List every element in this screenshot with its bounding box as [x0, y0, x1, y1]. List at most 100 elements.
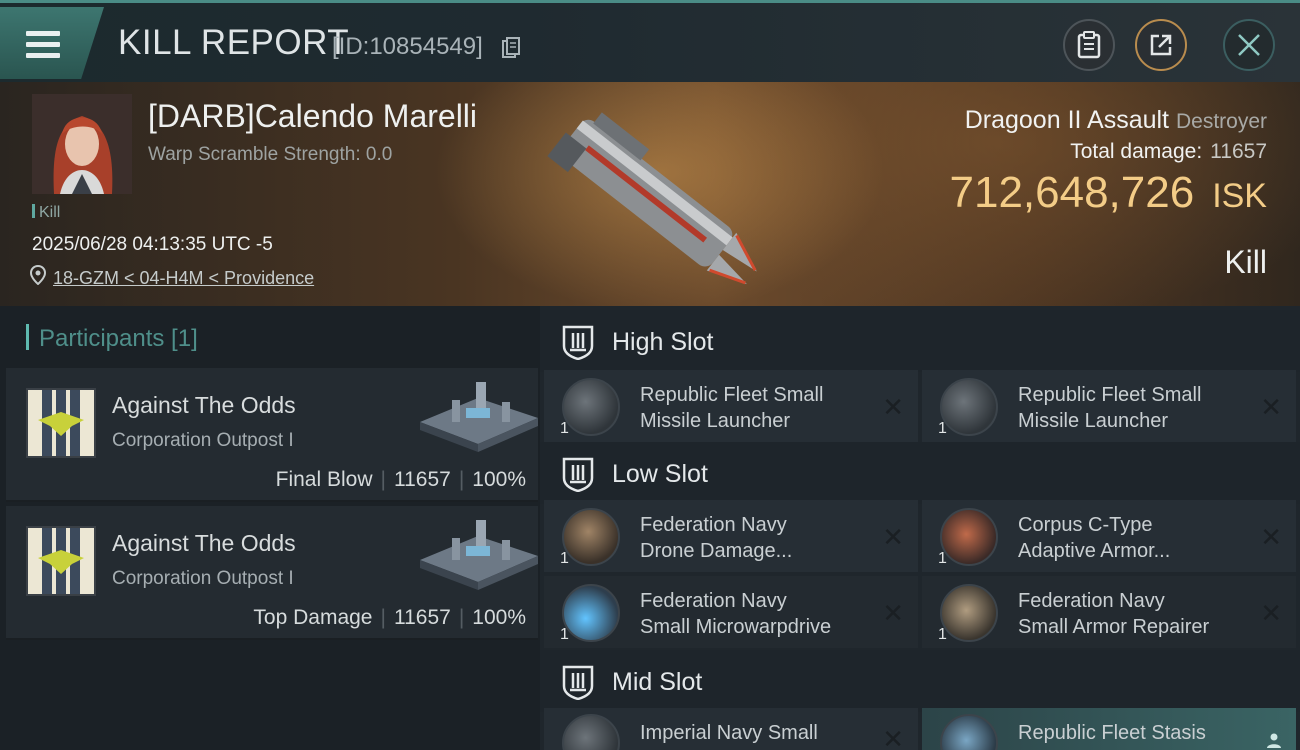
close-icon: [1238, 34, 1260, 56]
participant-role: Top Damage: [253, 606, 373, 629]
x-icon: ✕: [882, 598, 904, 628]
kill-banner: [DARB]Calendo Marelli Warp Scramble Stre…: [0, 82, 1300, 306]
participant-percent: 100%: [472, 468, 526, 491]
fitting-item[interactable]: Imperial Navy Small ✕: [544, 708, 918, 750]
item-quantity: 1: [938, 550, 947, 567]
copy-icon[interactable]: [502, 37, 520, 59]
participant-type: Corporation Outpost I: [112, 568, 294, 589]
corp-logo: [26, 526, 96, 596]
participant-name: Against The Odds: [112, 392, 296, 418]
share-button[interactable]: [1135, 19, 1187, 71]
slot-label: High Slot: [612, 328, 714, 356]
divider: |: [458, 468, 465, 491]
item-name: Federation Navy Small Microwarpdrive: [640, 590, 832, 638]
location-pin-icon: [30, 265, 46, 285]
result-label: Kill: [1224, 244, 1267, 280]
slot-label: Mid Slot: [612, 668, 703, 696]
close-button[interactable]: [1223, 19, 1275, 71]
mid-slot-module-icon: [562, 714, 620, 750]
participant-stats: Final Blow | 11657 | 100%: [276, 468, 526, 492]
ship-name: Dragoon II Assault Destroyer: [965, 106, 1267, 135]
item-name: Corpus C-Type Adaptive Armor...: [1018, 514, 1171, 562]
item-quantity: 1: [560, 550, 569, 567]
participant-name: Against The Odds: [112, 530, 296, 556]
item-name: Republic Fleet Small Missile Launcher: [640, 384, 824, 432]
missile-launcher-icon: [940, 378, 998, 436]
participant-type: Corporation Outpost I: [112, 430, 294, 451]
outpost-structure-image: [420, 382, 538, 452]
total-damage: Total damage: 11657: [1070, 140, 1267, 164]
x-icon: ✕: [1260, 392, 1282, 422]
x-icon: ✕: [882, 522, 904, 552]
slot-shield-icon: [562, 325, 594, 360]
total-damage-value: 11657: [1210, 140, 1267, 163]
item-name: Federation Navy Drone Damage...: [640, 514, 793, 562]
divider: |: [458, 606, 465, 629]
warp-scramble-strength: Warp Scramble Strength: 0.0: [148, 144, 393, 165]
item-quantity: 1: [938, 626, 947, 643]
divider: |: [380, 468, 386, 491]
participant-percent: 100%: [472, 606, 526, 629]
participant-role: Final Blow: [275, 468, 373, 491]
divider: |: [380, 606, 386, 629]
fitting-item[interactable]: 1 Corpus C-Type Adaptive Armor... ✕: [922, 500, 1296, 572]
low-slot-header: Low Slot: [540, 442, 1300, 504]
ship-class: Destroyer: [1175, 110, 1267, 133]
pilot-name[interactable]: [DARB]Calendo Marelli: [148, 98, 477, 135]
kill-tag: Kill: [32, 204, 60, 222]
fitting-item[interactable]: 1 Republic Fleet Small Missile Launcher …: [922, 370, 1296, 442]
pilot-portrait[interactable]: [32, 94, 132, 194]
participant-damage: 11657: [393, 606, 451, 629]
menu-button[interactable]: [0, 7, 104, 79]
kill-datetime: 2025/06/28 04:13:35 UTC -5: [32, 234, 273, 255]
microwarpdrive-icon: [562, 584, 620, 642]
stasis-webifier-icon: [940, 714, 998, 750]
clipboard-button[interactable]: [1063, 19, 1115, 71]
fitting-item[interactable]: 1 Federation Navy Small Armor Repairer ✕: [922, 576, 1296, 648]
outpost-structure-image: [420, 520, 538, 590]
participant-stats: Top Damage | 11657 | 100%: [253, 606, 526, 630]
clipboard-icon: [1077, 31, 1101, 59]
participants-header: Participants [1]: [26, 324, 198, 353]
mid-slot-header: Mid Slot: [540, 650, 1300, 712]
x-icon: ✕: [882, 392, 904, 422]
participant-damage: 11657: [393, 468, 451, 491]
slot-shield-icon: [562, 457, 594, 492]
top-bar: KILL REPORT [ID:10854549]: [0, 0, 1300, 82]
isk-amount: 712,648,726: [949, 168, 1195, 217]
x-icon: ✕: [1260, 522, 1282, 552]
fitting-panel: High Slot 1 Republic Fleet Small Missile…: [540, 306, 1300, 750]
corp-logo: [26, 388, 96, 458]
participants-panel: Participants [1] Against The Odds Corpor…: [0, 306, 540, 750]
item-name: Republic Fleet Small Missile Launcher: [1018, 384, 1202, 432]
fitting-item[interactable]: 1 Federation Navy Small Microwarpdrive ✕: [544, 576, 918, 648]
location-link[interactable]: 18-GZM < 04-H4M < Providence: [53, 268, 314, 289]
item-quantity: 1: [560, 420, 569, 437]
x-icon: ✕: [1260, 598, 1282, 628]
fitting-item[interactable]: 1 Federation Navy Drone Damage... ✕: [544, 500, 918, 572]
item-name: Imperial Navy Small: [640, 722, 818, 744]
pilot-avatar-image: [32, 94, 132, 194]
isk-unit: ISK: [1212, 177, 1267, 215]
slot-label: Low Slot: [612, 460, 708, 488]
slot-shield-icon: [562, 665, 594, 700]
x-icon: ✕: [882, 724, 904, 750]
item-quantity: 1: [560, 626, 569, 643]
item-name: Republic Fleet Stasis: [1018, 722, 1206, 744]
item-name: Federation Navy Small Armor Repairer: [1018, 590, 1210, 638]
page-title: KILL REPORT: [118, 23, 350, 62]
report-id: [ID:10854549]: [332, 33, 483, 60]
armor-repairer-icon: [940, 584, 998, 642]
item-quantity: 1: [938, 420, 947, 437]
participant-card[interactable]: Against The Odds Corporation Outpost I T…: [6, 506, 538, 640]
fitting-item[interactable]: 1 Republic Fleet Small Missile Launcher …: [544, 370, 918, 442]
high-slot-header: High Slot: [540, 310, 1300, 372]
isk-value: 712,648,726 ISK: [950, 168, 1268, 218]
menu-icon: [26, 31, 60, 58]
person-icon: [1267, 733, 1281, 748]
missile-launcher-icon: [562, 378, 620, 436]
participant-card[interactable]: Against The Odds Corporation Outpost I F…: [6, 368, 538, 502]
share-icon: [1150, 34, 1172, 56]
ship-render-image: [547, 112, 757, 285]
fitting-item[interactable]: Republic Fleet Stasis: [922, 708, 1296, 750]
